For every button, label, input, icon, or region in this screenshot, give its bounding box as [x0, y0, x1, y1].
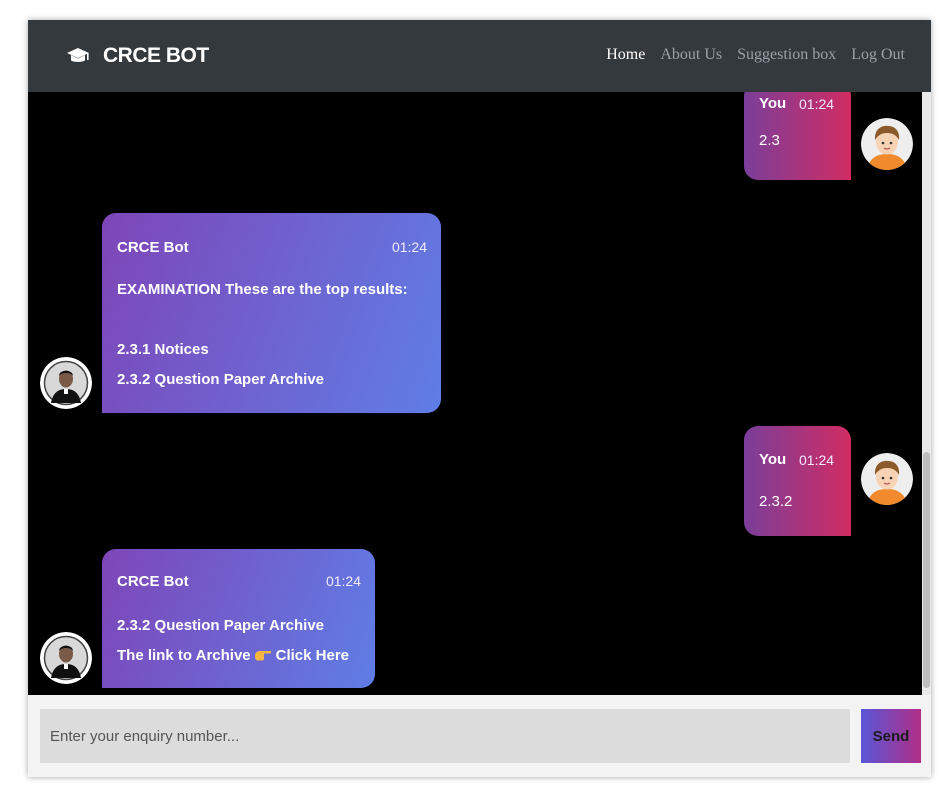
chat-log[interactable]: You 01:24 2.3 CRCE Bot 01:24 EXAMINATION… — [28, 92, 922, 695]
bot-avatar — [40, 632, 92, 684]
message-text: 2.3.2 — [759, 493, 793, 510]
nav-menu: Home About Us Suggestion box Log Out — [606, 46, 905, 64]
message-line: The link to Archive Click Here — [117, 647, 349, 664]
pointing-hand-icon — [254, 651, 271, 661]
send-button[interactable]: Send — [861, 709, 921, 763]
message-line: 2.3.1 Notices — [117, 341, 209, 358]
nav-home[interactable]: Home — [606, 46, 645, 64]
enquiry-input[interactable] — [40, 709, 850, 763]
message-composer: Send — [28, 695, 931, 777]
message-time: 01:24 — [799, 452, 835, 468]
user-message: You 01:24 2.3.2 — [744, 426, 851, 536]
navbar: CRCE BOT Home About Us Suggestion box Lo… — [28, 20, 931, 92]
nav-suggestion-box[interactable]: Suggestion box — [737, 46, 836, 64]
user-avatar — [861, 118, 913, 170]
message-line: EXAMINATION These are the top results: — [117, 281, 408, 298]
message-line: 2.3.2 Question Paper Archive — [117, 371, 325, 388]
message-text: 2.3 — [759, 132, 780, 149]
graduation-cap-icon — [67, 48, 89, 62]
message-time: 01:24 — [799, 96, 835, 112]
message-sender: You — [759, 95, 787, 112]
message-time: 01:24 — [391, 239, 427, 255]
nav-about-us[interactable]: About Us — [660, 46, 722, 64]
bot-avatar — [40, 357, 92, 409]
nav-log-out[interactable]: Log Out — [851, 46, 905, 64]
chat-window: CRCE BOT Home About Us Suggestion box Lo… — [28, 20, 931, 777]
brand[interactable]: CRCE BOT — [66, 42, 209, 70]
user-message: You 01:24 2.3 — [744, 92, 851, 180]
archive-link[interactable]: Click Here — [276, 647, 349, 664]
bot-message: CRCE Bot 01:24 2.3.2 Question Paper Arch… — [102, 549, 375, 688]
message-sender: CRCE Bot — [117, 573, 189, 590]
user-avatar — [861, 453, 913, 505]
message-line: 2.3.2 Question Paper Archive — [117, 617, 325, 634]
link-prefix: The link to Archive — [117, 647, 251, 664]
scrollbar-thumb[interactable] — [923, 452, 930, 688]
brand-name: CRCE BOT — [103, 44, 209, 67]
message-sender: You — [759, 451, 787, 468]
message-time: 01:24 — [325, 573, 361, 589]
message-sender: CRCE Bot — [117, 239, 189, 256]
bot-message: CRCE Bot 01:24 EXAMINATION These are the… — [102, 213, 441, 413]
chat-scrollbar[interactable] — [922, 92, 931, 695]
